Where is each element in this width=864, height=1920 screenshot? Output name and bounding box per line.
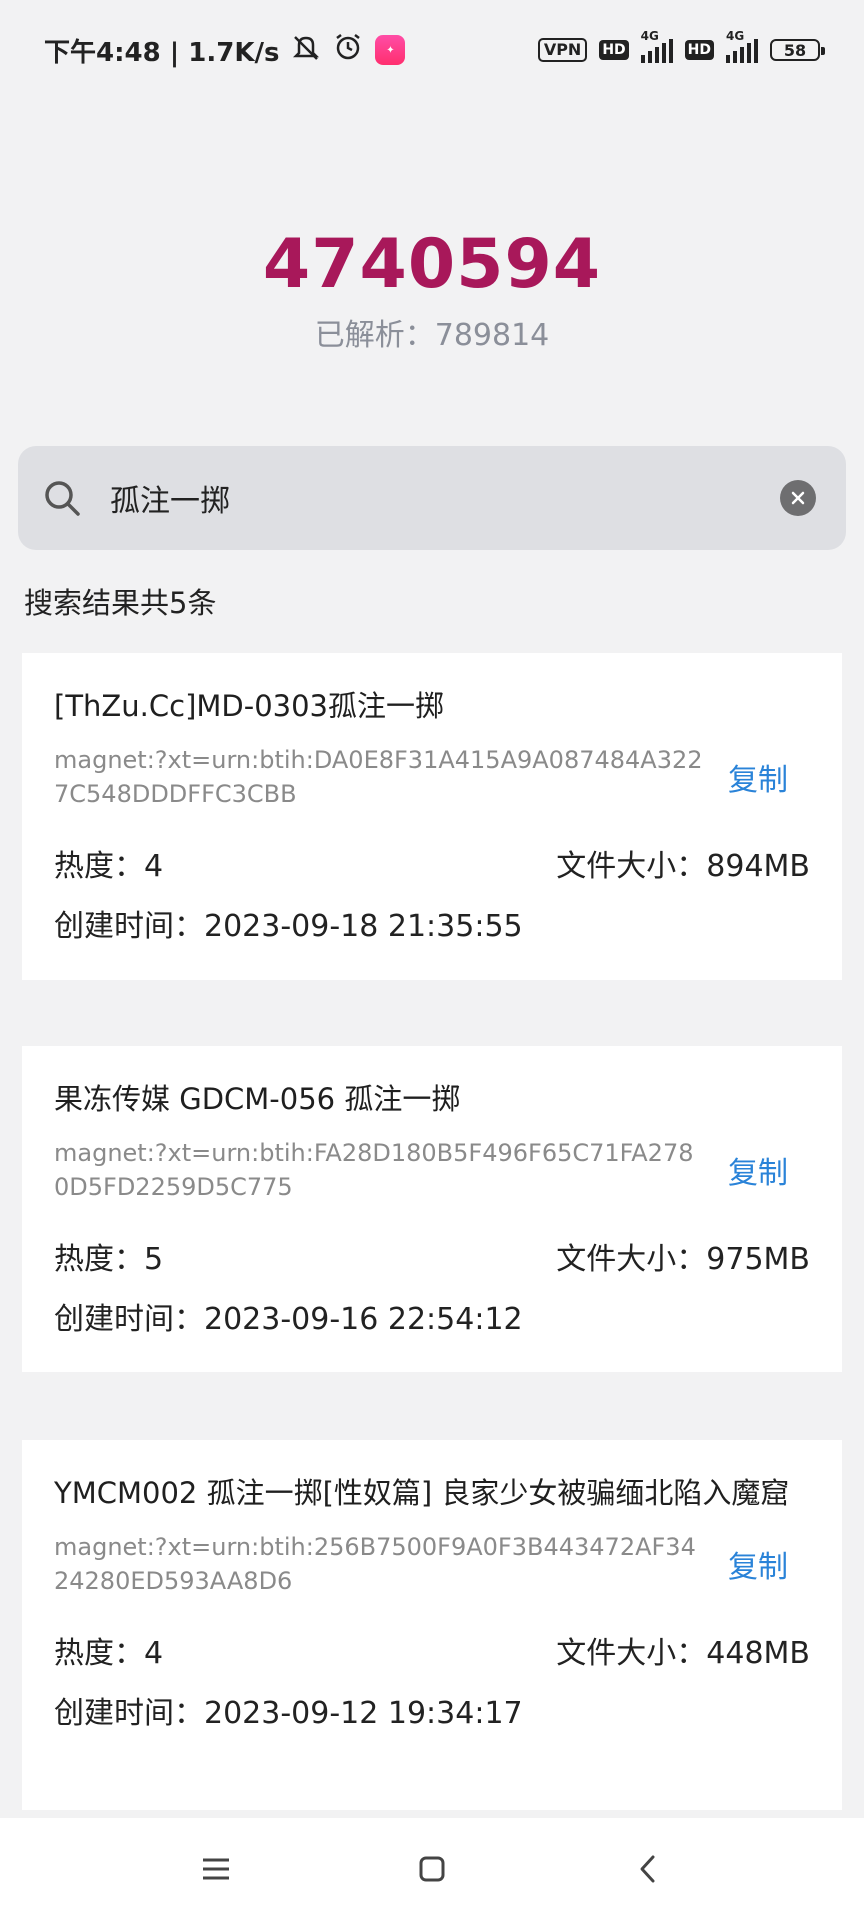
magnet-row: magnet:?xt=urn:btih:FA28D180B5F496F65C71… (54, 1136, 810, 1204)
result-title: YMCM002 孤注一掷[性奴篇] 良家少女被骗缅北陷入魔窟 (54, 1476, 790, 1510)
file-size: 文件大小：448MB (556, 1636, 810, 1671)
magnet-link: magnet:?xt=urn:btih:FA28D180B5F496F65C71… (54, 1139, 694, 1201)
heat-value: 热度：4 (54, 1636, 164, 1671)
status-bar: 下午4:48 | 1.7K/s ✦ VPN HD 4G HD 4G 58 (0, 0, 864, 100)
clear-icon[interactable] (780, 480, 816, 516)
result-meta: 热度：4 文件大小：894MB (54, 841, 810, 885)
total-count: 4740594 (262, 225, 602, 304)
parsed-value: 789814 (434, 318, 550, 353)
file-size: 文件大小：894MB (556, 849, 810, 884)
created-time: 创建时间：2023-09-12 19:34:17 (54, 1696, 523, 1731)
back-icon[interactable] (630, 1851, 666, 1887)
heat-value: 热度：4 (54, 849, 164, 884)
file-size: 文件大小：975MB (556, 1242, 810, 1277)
copy-button[interactable]: 复制 (728, 1542, 788, 1586)
network-type-1: 4G (640, 29, 659, 43)
magnet-link: magnet:?xt=urn:btih:256B7500F9A0F3B44347… (54, 1533, 696, 1595)
created-time: 创建时间：2023-09-16 22:54:12 (54, 1302, 523, 1337)
parsed-label: 已解析： (314, 318, 435, 353)
result-card: YMCM002 孤注一掷[性奴篇] 良家少女被骗缅北陷入魔窟 magnet:?x… (22, 1440, 842, 1810)
heat-value: 热度：5 (54, 1242, 164, 1277)
magnet-link: magnet:?xt=urn:btih:DA0E8F31A415A9A08748… (54, 746, 703, 808)
network-type-2: 4G (726, 29, 745, 43)
result-card: 果冻传媒 GDCM-056 孤注一掷 magnet:?xt=urn:btih:F… (22, 1046, 842, 1372)
magnet-row: magnet:?xt=urn:btih:256B7500F9A0F3B44347… (54, 1530, 810, 1598)
search-bar[interactable] (18, 446, 846, 550)
system-nav-bar (0, 1818, 864, 1920)
menu-icon[interactable] (198, 1851, 234, 1887)
app-notification-icon: ✦ (375, 35, 406, 65)
alarm-icon (333, 32, 363, 69)
result-card: [ThZu.Cc]MD-0303孤注一掷 magnet:?xt=urn:btih… (22, 653, 842, 980)
status-left: 下午4:48 | 1.7K/s ✦ (44, 32, 406, 69)
created-time: 创建时间：2023-09-18 21:35:55 (54, 909, 523, 944)
result-title: [ThZu.Cc]MD-0303孤注一掷 (54, 689, 444, 723)
search-input[interactable] (108, 479, 780, 517)
magnet-row: magnet:?xt=urn:btih:DA0E8F31A415A9A08748… (54, 743, 810, 811)
hd-badge-2: HD (684, 40, 714, 60)
parsed-count: 已解析：789814 (0, 310, 864, 354)
result-count: 搜索结果共5条 (24, 586, 217, 620)
hd-badge-1: HD (599, 40, 629, 60)
search-icon (42, 478, 82, 518)
status-right: VPN HD 4G HD 4G 58 (537, 29, 825, 63)
copy-button[interactable]: 复制 (728, 1148, 788, 1192)
battery-level: 58 (783, 40, 807, 60)
home-icon[interactable] (414, 1851, 450, 1887)
mute-icon (291, 33, 321, 68)
battery-icon: 58 (770, 39, 825, 61)
vpn-badge: VPN (537, 38, 588, 62)
result-meta: 热度：5 文件大小：975MB (54, 1234, 810, 1278)
result-meta: 热度：4 文件大小：448MB (54, 1628, 810, 1672)
status-time-speed: 下午4:48 | 1.7K/s (44, 37, 280, 68)
signal-icon-2: 4G (726, 29, 758, 63)
signal-icon-1: 4G (640, 29, 673, 63)
copy-button[interactable]: 复制 (728, 755, 788, 799)
result-title: 果冻传媒 GDCM-056 孤注一掷 (54, 1082, 461, 1116)
